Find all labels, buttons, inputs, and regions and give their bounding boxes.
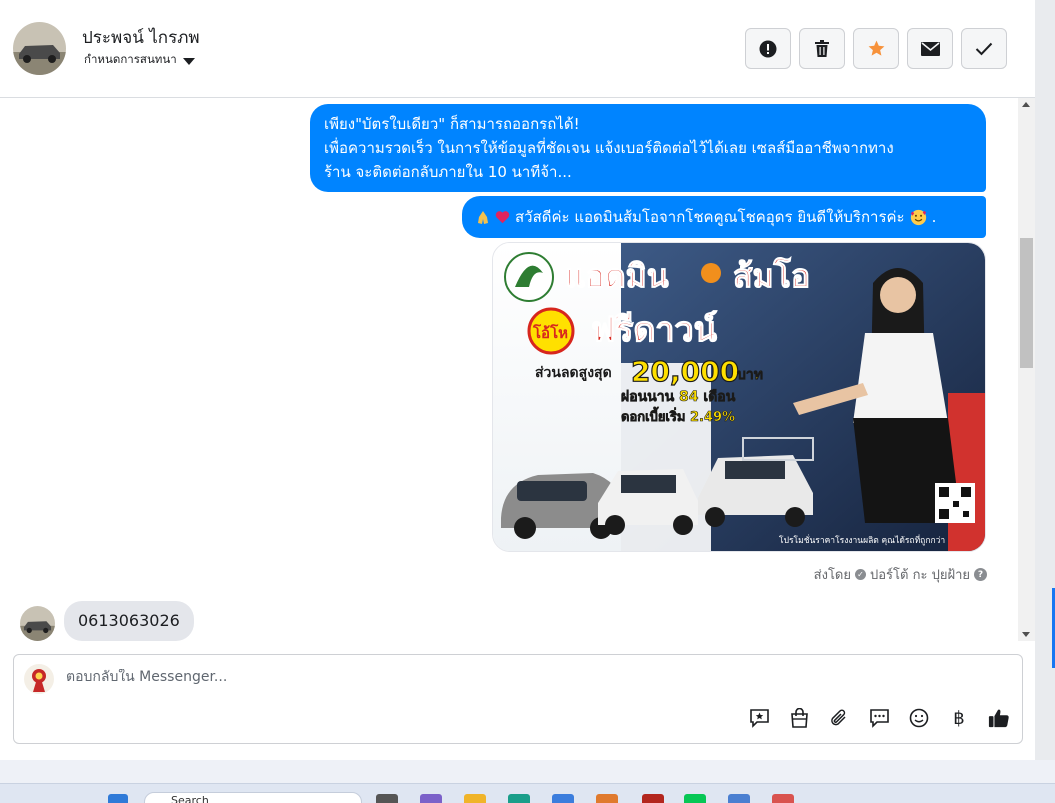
reply-composer: ฿ xyxy=(13,654,1023,744)
file-explorer-icon[interactable] xyxy=(376,794,398,803)
store-icon[interactable] xyxy=(552,794,574,803)
promo-installment: ผ่อนนาน 84 เดือน xyxy=(621,389,736,405)
check-done-icon xyxy=(975,42,993,55)
promo-discount-unit: บาท xyxy=(737,367,763,383)
outgoing-message[interactable]: เพียง"บัตรใบเดียว" ก็สามารถออกรถได้! เพื… xyxy=(310,104,986,192)
windows-start-icon[interactable] xyxy=(108,794,128,803)
like-icon xyxy=(988,709,1009,728)
verified-check-icon: ✓ xyxy=(855,569,866,580)
attach-icon xyxy=(831,709,846,726)
app-red-icon[interactable] xyxy=(642,794,664,803)
report-spam-icon xyxy=(759,40,777,57)
baht-payment-icon: ฿ xyxy=(953,707,965,729)
header-actions xyxy=(745,28,1007,69)
red-heart-icon xyxy=(495,211,510,224)
like-button[interactable] xyxy=(988,707,1010,729)
document-app-icon[interactable] xyxy=(772,794,794,803)
scroll-down-arrow-icon[interactable] xyxy=(1022,632,1030,637)
scroll-thumb[interactable] xyxy=(1020,238,1033,368)
sent-by-name[interactable]: ปอร์โต้ กะ ปุยฝ้าย xyxy=(870,564,970,585)
message-line: ร้าน จะติดต่อกลับภายใน 10 นาทีจ้า... xyxy=(324,163,572,181)
promo-image-attachment[interactable]: แอดมิน ส้มโอ โอ้โห ฟรีดาวน์ ส่วนลดสูงสุด… xyxy=(492,242,986,552)
caret-down-icon xyxy=(182,57,195,65)
report-spam-button[interactable] xyxy=(745,28,791,69)
reply-input[interactable] xyxy=(66,669,666,685)
saved-reply-button[interactable] xyxy=(748,707,770,729)
message-line: เพื่อความรวดเร็ว ในการให้ข้อมูลที่ชัดเจน… xyxy=(324,139,894,157)
app-orange-icon[interactable] xyxy=(596,794,618,803)
praying-hands-icon xyxy=(478,210,488,224)
trash-icon xyxy=(815,39,829,57)
emoji-button[interactable] xyxy=(908,707,930,729)
assign-label: กำหนดการสนทนา xyxy=(84,52,177,66)
delete-button[interactable] xyxy=(799,28,845,69)
promo-headline: ฟรีดาวน์ xyxy=(591,310,717,350)
quick-reply-icon xyxy=(869,709,889,728)
contact-name[interactable]: ประพจน์ ไกรภพ xyxy=(82,24,200,51)
edge-browser-icon[interactable] xyxy=(508,794,530,803)
taskbar-search[interactable]: Search xyxy=(144,792,362,803)
star-icon xyxy=(868,40,884,56)
message-text-end: . xyxy=(931,208,937,226)
promo-title-right: ส้มโอ xyxy=(733,257,810,295)
conversation-header: ประพจน์ ไกรภพ กำหนดการสนทนา xyxy=(0,0,1035,98)
star-button[interactable] xyxy=(853,28,899,69)
contact-avatar-small[interactable] xyxy=(20,606,55,641)
payment-button[interactable]: ฿ xyxy=(948,707,970,729)
help-question-icon[interactable]: ? xyxy=(974,568,987,581)
calendar-app-icon[interactable] xyxy=(728,794,750,803)
promo-discount-value: 20,000 xyxy=(631,355,739,388)
mark-unread-icon xyxy=(920,41,940,56)
shop-button[interactable] xyxy=(788,707,810,729)
line-app-icon[interactable] xyxy=(684,794,706,803)
taskbar-search-label: Search xyxy=(171,794,209,803)
contact-avatar[interactable] xyxy=(13,22,66,75)
smiling-face-with-hearts-icon xyxy=(910,209,926,225)
mark-unread-button[interactable] xyxy=(907,28,953,69)
folder-icon[interactable] xyxy=(464,794,486,803)
message-text: สวัสดีค่ะ แอดมินส้มโอจากโชคคูณโชคอุดร ยิ… xyxy=(515,208,905,226)
right-panel-edge xyxy=(1035,0,1055,760)
quick-reply-button[interactable] xyxy=(868,707,890,729)
sent-by-info: ส่งโดย ✓ ปอร์โต้ กะ ปุยฝ้าย ? xyxy=(814,564,987,585)
promo-title-left: แอดมิน xyxy=(565,257,669,295)
outgoing-message[interactable]: สวัสดีค่ะ แอดมินส้มโอจากโชคคูณโชคอุดร ยิ… xyxy=(462,196,986,238)
composer-tools: ฿ xyxy=(748,707,1010,729)
assign-conversation-dropdown[interactable]: กำหนดการสนทนา xyxy=(84,51,195,69)
scroll-up-arrow-icon[interactable] xyxy=(1022,102,1030,107)
mark-done-button[interactable] xyxy=(961,28,1007,69)
message-line: เพียง"บัตรใบเดียว" ก็สามารถออกรถได้! xyxy=(324,115,580,133)
thread-scrollbar[interactable] xyxy=(1018,98,1035,641)
emoji-icon xyxy=(909,708,929,728)
shop-bag-icon xyxy=(790,708,808,728)
sent-by-label: ส่งโดย xyxy=(813,568,851,583)
attach-button[interactable] xyxy=(828,707,850,729)
app-purple-icon[interactable] xyxy=(420,794,442,803)
promo-footer: โปรโมชั่นราคาโรงงานผลิต คุณได้รถที่ถูกกว… xyxy=(779,534,945,546)
promo-badge: โอ้โห xyxy=(532,323,568,342)
page-avatar xyxy=(24,664,54,694)
promo-poster: แอดมิน ส้มโอ โอ้โห ฟรีดาวน์ ส่วนลดสูงสุด… xyxy=(493,243,985,551)
saved-reply-icon xyxy=(749,709,769,728)
promo-discount-label: ส่วนลดสูงสุด xyxy=(535,365,612,381)
os-taskbar: Search xyxy=(0,783,1055,803)
incoming-message[interactable]: 0613063026 xyxy=(64,601,194,641)
